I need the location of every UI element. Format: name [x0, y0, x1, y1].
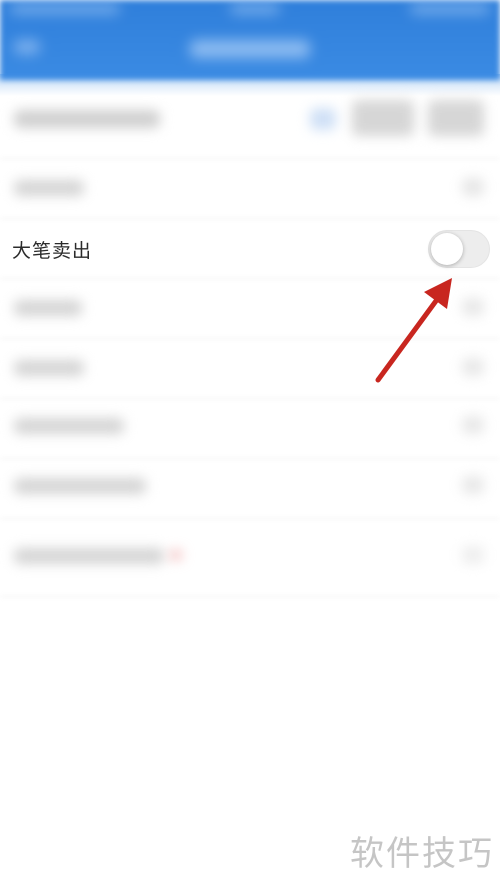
divider — [0, 458, 500, 459]
blurred-button-2[interactable] — [428, 100, 484, 136]
blurred-red-dot — [170, 550, 182, 560]
blurred-chevron-icon[interactable] — [462, 178, 484, 196]
divider — [0, 158, 500, 159]
status-bar-center — [230, 4, 280, 14]
blurred-chevron-icon[interactable] — [462, 546, 484, 564]
blurred-chevron-icon[interactable] — [462, 416, 484, 434]
blurred-setting-label — [14, 360, 84, 376]
blurred-setting-label — [14, 548, 164, 564]
header-shadow — [0, 74, 500, 96]
page-title — [190, 40, 310, 58]
blurred-setting-label — [14, 300, 82, 316]
divider — [0, 218, 500, 219]
divider — [0, 518, 500, 519]
divider — [0, 398, 500, 399]
blurred-setting-label — [14, 180, 84, 196]
setting-label: 大笔卖出 — [12, 240, 93, 262]
blurred-icon[interactable] — [310, 108, 336, 130]
blurred-setting-label — [14, 478, 146, 494]
blurred-setting-label — [14, 418, 124, 434]
back-icon[interactable] — [14, 40, 40, 54]
annotation-arrow-icon — [375, 278, 452, 383]
blurred-row-title — [14, 110, 160, 128]
large-sell-toggle[interactable] — [428, 230, 490, 268]
status-bar-left — [10, 4, 120, 14]
divider — [0, 596, 500, 597]
blurred-chevron-icon[interactable] — [462, 476, 484, 494]
blurred-button-1[interactable] — [352, 100, 414, 136]
app-header — [0, 0, 500, 80]
watermark-text: 软件技巧 — [350, 834, 494, 874]
status-bar-right — [410, 4, 490, 14]
toggle-knob — [431, 233, 463, 265]
